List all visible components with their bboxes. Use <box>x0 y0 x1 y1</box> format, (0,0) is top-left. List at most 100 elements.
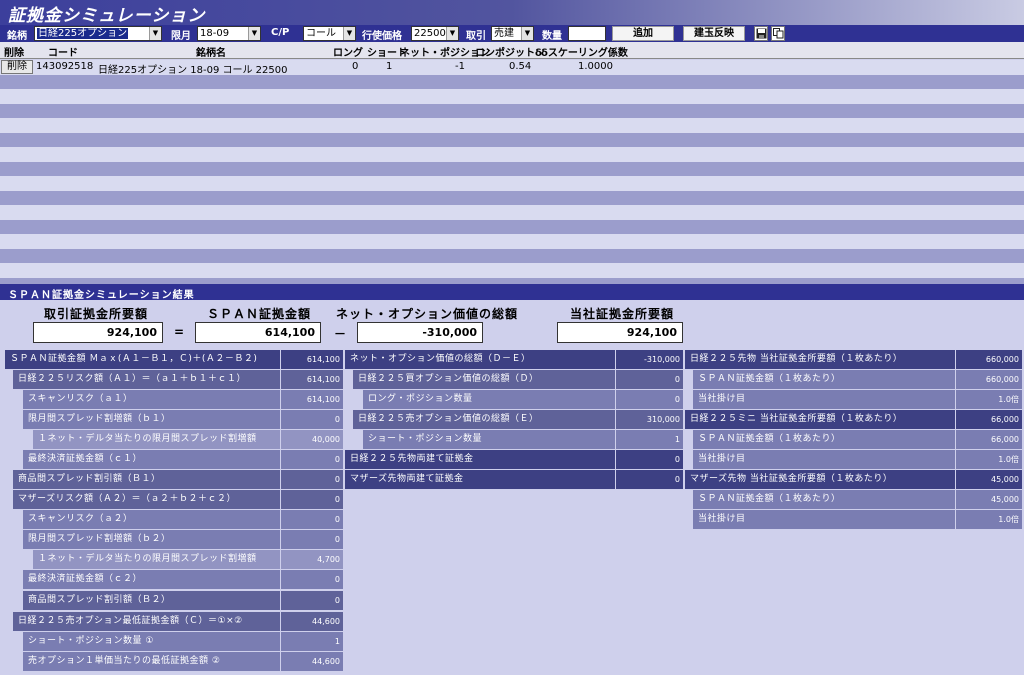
breakdown-value: 660,000 <box>956 350 1022 369</box>
breakdown-row: 限月間スプレッド割増額（ｂ２） 0 <box>5 530 343 549</box>
breakdown-row: 日経２２５リスク額（Ａ１）＝（ａ１＋ｂ１＋ｃ１） 614,100 <box>5 370 343 389</box>
chevron-down-icon: ▼ <box>521 27 533 40</box>
breakdown-row: 当社掛け目 1.0倍 <box>685 510 1022 529</box>
position-grid-header: 削除 コード 銘柄名 ロング ショート ネット・ポジション コンポジットδ δス… <box>0 42 1024 59</box>
breakdown-value: 0 <box>281 570 343 589</box>
col-name: 銘柄名 <box>196 48 226 59</box>
breakdown-label: 商品間スプレッド割引額（Ｂ１） <box>13 470 280 489</box>
breakdown-label: 日経２２５ミニ 当社証拠金所要額（１枚あたり） <box>685 410 955 429</box>
breakdown-value: 0 <box>281 450 343 469</box>
breakdown-value: 66,000 <box>956 410 1022 429</box>
breakdown-value: 660,000 <box>956 370 1022 389</box>
minus-sign: － <box>334 327 347 341</box>
breakdown-label: 売オプション１単価当たりの最低証拠金額 ② <box>23 652 280 671</box>
breakdown-label: 当社掛け目 <box>693 390 955 409</box>
breakdown-row: マザーズ先物 当社証拠金所要額（１枚あたり） 45,000 <box>685 470 1022 489</box>
breakdown-row: ＳＰＡＮ証拠金額（１枚あたり） 660,000 <box>685 370 1022 389</box>
breakdown-value: 44,600 <box>281 612 343 631</box>
span-margin-value: 614,100 <box>195 322 321 343</box>
issue-value: 日経225オプション <box>37 28 129 39</box>
breakdown-label: 商品間スプレッド割引額（Ｂ２） <box>23 591 280 610</box>
breakdown-row: ＳＰＡＮ証拠金額 Ｍａｘ(Ａ１－Ｂ１，Ｃ)＋(Ａ２－Ｂ２) 614,100 <box>5 350 343 369</box>
breakdown-row: １ネット・デルタ当たりの限月間スプレッド割増額 4,700 <box>5 550 343 569</box>
breakdown-value: 614,100 <box>281 350 343 369</box>
reflect-position-button[interactable]: 建玉反映 <box>683 26 745 41</box>
breakdown-value: 1 <box>281 632 343 651</box>
strike-select[interactable]: 22500 ▼ <box>411 26 459 41</box>
breakdown-row: 日経２２５ミニ 当社証拠金所要額（１枚あたり） 66,000 <box>685 410 1022 429</box>
month-value: 18-09 <box>200 28 230 39</box>
breakdown-label: 当社掛け目 <box>693 510 955 529</box>
breakdown-value: 0 <box>616 370 683 389</box>
breakdown-label: 日経２２５売オプション価値の総額（Ｅ） <box>353 410 615 429</box>
save-icon[interactable] <box>754 26 768 41</box>
breakdown-label: マザーズ先物 当社証拠金所要額（１枚あたり） <box>685 470 955 489</box>
breakdown-row: マザーズリスク額（Ａ２）＝（ａ２＋ｂ２＋ｃ２） 0 <box>5 490 343 509</box>
breakdown-label: 日経２２５売オプション最低証拠金額（Ｃ）＝①×② <box>13 612 280 631</box>
breakdown-value: 1 <box>616 430 683 449</box>
breakdown-value: 66,000 <box>956 430 1022 449</box>
cp-label: C/P <box>271 27 290 38</box>
required-margin-value: 924,100 <box>33 322 163 343</box>
breakdown-label: ＳＰＡＮ証拠金額（１枚あたり） <box>693 430 955 449</box>
breakdown-value: 44,600 <box>281 652 343 671</box>
breakdown-row: スキャンリスク（ａ２） 0 <box>5 510 343 529</box>
breakdown-label: ＳＰＡＮ証拠金額（１枚あたり） <box>693 490 955 509</box>
breakdown-label: １ネット・デルタ当たりの限月間スプレッド割増額 <box>33 550 280 569</box>
breakdown-row: 日経２２５売オプション価値の総額（Ｅ） 310,000 <box>345 410 683 429</box>
breakdown-value: 1.0倍 <box>956 390 1022 409</box>
breakdown-row: ＳＰＡＮ証拠金額（１枚あたり） 66,000 <box>685 430 1022 449</box>
breakdown-value: 40,000 <box>281 430 343 449</box>
breakdown-value: 45,000 <box>956 470 1022 489</box>
trade-select[interactable]: 売建 ▼ <box>491 26 534 41</box>
cp-select[interactable]: コール ▼ <box>303 26 356 41</box>
breakdown-label: 最終決済証拠金額（ｃ１） <box>23 450 280 469</box>
col-scaling: δスケーリング係数 <box>541 48 628 59</box>
breakdown-value: 0 <box>281 490 343 509</box>
issue-label: 銘柄 <box>7 31 27 42</box>
equals-sign: = <box>174 325 185 339</box>
qty-input[interactable] <box>568 26 606 41</box>
breakdown-value: 1.0倍 <box>956 450 1022 469</box>
breakdown-label: 日経２２５リスク額（Ａ１）＝（ａ１＋ｂ１＋ｃ１） <box>13 370 280 389</box>
breakdown-label: スキャンリスク（ａ２） <box>23 510 280 529</box>
chevron-down-icon: ▼ <box>343 27 355 40</box>
breakdown-label: ＳＰＡＮ証拠金額（１枚あたり） <box>693 370 955 389</box>
position-grid: 削除 143092518 日経225オプション 18-09 コール 22500 … <box>0 60 1024 284</box>
breakdown-label: 当社掛け目 <box>693 450 955 469</box>
breakdown-label: ショート・ポジション数量 ① <box>23 632 280 651</box>
issue-select[interactable]: 日経225オプション ▼ <box>34 26 162 41</box>
breakdown-value: 0 <box>281 510 343 529</box>
breakdown-label: １ネット・デルタ当たりの限月間スプレッド割増額 <box>33 430 280 449</box>
breakdown-value: 0 <box>616 390 683 409</box>
breakdown-label: マザーズ先物両建て証拠金 <box>345 470 615 489</box>
trade-value: 売建 <box>494 28 514 39</box>
breakdown-label: 日経２２５買オプション価値の総額（Ｄ） <box>353 370 615 389</box>
required-margin-label: 取引証拠金所要額 <box>44 307 149 321</box>
table-row[interactable]: 削除 143092518 日経225オプション 18-09 コール 22500 … <box>0 60 1024 76</box>
breakdown-row: 日経２２５買オプション価値の総額（Ｄ） 0 <box>345 370 683 389</box>
breakdown-row: 日経２２５先物 当社証拠金所要額（１枚あたり） 660,000 <box>685 350 1022 369</box>
copy-icon[interactable] <box>771 26 785 41</box>
breakdown-label: 限月間スプレッド割増額（ｂ１） <box>23 410 280 429</box>
breakdown-value: 4,700 <box>281 550 343 569</box>
breakdown-label: ショート・ポジション数量 <box>363 430 615 449</box>
breakdown-label: スキャンリスク（ａ１） <box>23 390 280 409</box>
breakdown-value: 0 <box>281 591 343 610</box>
col-delta: コンポジットδ <box>475 48 542 59</box>
net-option-value-label: ネット・オプション価値の総額 <box>336 307 519 321</box>
breakdown-label: 最終決済証拠金額（ｃ２） <box>23 570 280 589</box>
strike-label: 行使価格 <box>362 31 402 42</box>
add-button[interactable]: 追加 <box>612 26 674 41</box>
breakdown-value: 1.0倍 <box>956 510 1022 529</box>
cell-net: -1 <box>455 61 465 72</box>
month-select[interactable]: 18-09 ▼ <box>197 26 261 41</box>
net-option-value: -310,000 <box>357 322 483 343</box>
breakdown-row: 売オプション１単価当たりの最低証拠金額 ② 44,600 <box>5 652 343 671</box>
title-bar: 証拠金シミュレーション <box>0 0 1024 26</box>
month-label: 限月 <box>171 31 191 42</box>
cell-name: 日経225オプション 18-09 コール 22500 <box>98 65 288 76</box>
chevron-down-icon: ▼ <box>446 27 458 40</box>
delete-row-button[interactable]: 削除 <box>1 60 33 74</box>
breakdown-label: 限月間スプレッド割増額（ｂ２） <box>23 530 280 549</box>
